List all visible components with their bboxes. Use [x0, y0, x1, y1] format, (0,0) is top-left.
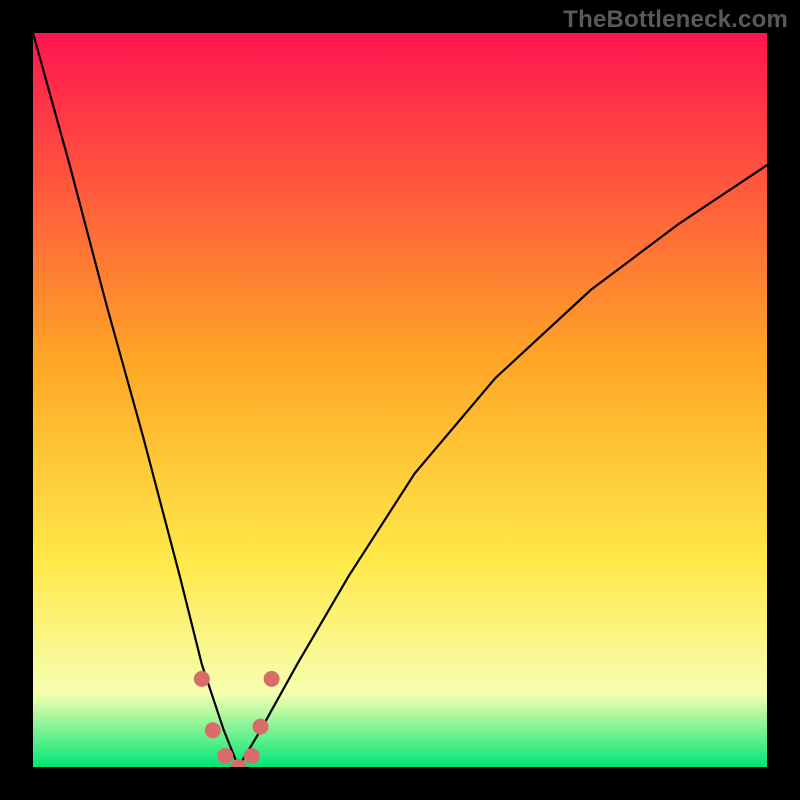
valley-marker — [194, 671, 210, 687]
valley-marker — [244, 748, 260, 764]
chart-canvas: TheBottleneck.com — [0, 0, 800, 800]
gradient-background — [33, 33, 767, 767]
valley-marker — [264, 671, 280, 687]
chart-svg — [33, 33, 767, 767]
watermark-text: TheBottleneck.com — [563, 6, 788, 34]
valley-marker — [253, 719, 269, 735]
valley-marker — [217, 748, 233, 764]
plot-area — [33, 33, 767, 767]
valley-marker — [205, 722, 221, 738]
